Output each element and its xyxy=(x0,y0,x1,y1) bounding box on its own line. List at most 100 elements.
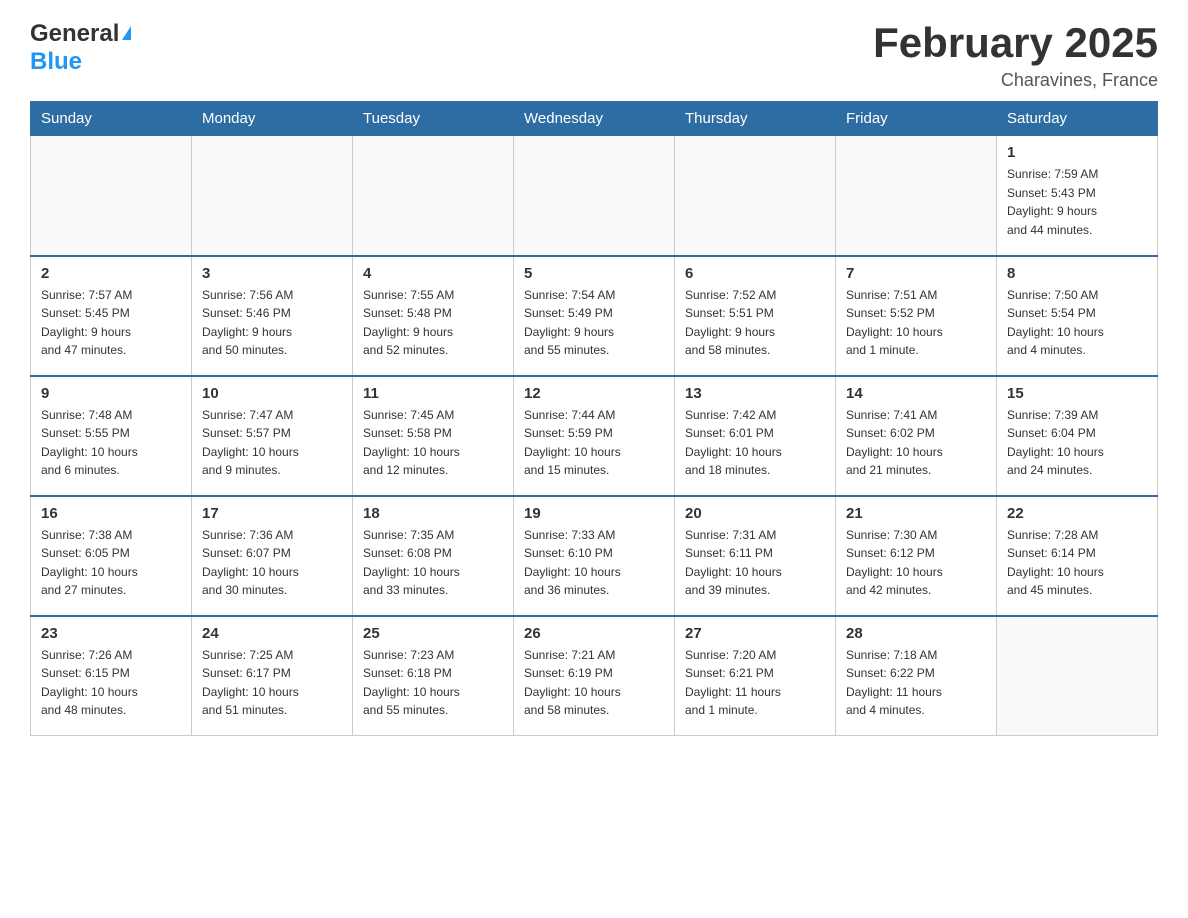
weekday-header-wednesday: Wednesday xyxy=(514,102,675,136)
title-area: February 2025 Charavines, France xyxy=(873,20,1158,91)
day-info: Sunrise: 7:33 AMSunset: 6:10 PMDaylight:… xyxy=(524,526,664,600)
weekday-header-monday: Monday xyxy=(192,102,353,136)
day-info: Sunrise: 7:55 AMSunset: 5:48 PMDaylight:… xyxy=(363,286,503,360)
day-number: 20 xyxy=(685,505,825,522)
day-info: Sunrise: 7:21 AMSunset: 6:19 PMDaylight:… xyxy=(524,646,664,720)
calendar-header-row: SundayMondayTuesdayWednesdayThursdayFrid… xyxy=(31,102,1158,136)
day-info: Sunrise: 7:39 AMSunset: 6:04 PMDaylight:… xyxy=(1007,406,1147,480)
calendar-cell: 4 Sunrise: 7:55 AMSunset: 5:48 PMDaylight… xyxy=(353,256,514,376)
day-info: Sunrise: 7:56 AMSunset: 5:46 PMDaylight:… xyxy=(202,286,342,360)
day-info: Sunrise: 7:38 AMSunset: 6:05 PMDaylight:… xyxy=(41,526,181,600)
day-number: 5 xyxy=(524,265,664,282)
day-info: Sunrise: 7:41 AMSunset: 6:02 PMDaylight:… xyxy=(846,406,986,480)
day-number: 6 xyxy=(685,265,825,282)
day-info: Sunrise: 7:51 AMSunset: 5:52 PMDaylight:… xyxy=(846,286,986,360)
logo-general-text: General xyxy=(30,20,119,48)
calendar-cell: 25Sunrise: 7:23 AMSunset: 6:18 PMDayligh… xyxy=(353,616,514,736)
day-number: 16 xyxy=(41,505,181,522)
day-info: Sunrise: 7:28 AMSunset: 6:14 PMDaylight:… xyxy=(1007,526,1147,600)
calendar-cell xyxy=(514,136,675,256)
calendar-cell: 22 Sunrise: 7:28 AMSunset: 6:14 PMDayligh… xyxy=(997,496,1158,616)
calendar-cell: 2 Sunrise: 7:57 AMSunset: 5:45 PMDaylight… xyxy=(31,256,192,376)
calendar-cell: 21 Sunrise: 7:30 AMSunset: 6:12 PMDayligh… xyxy=(836,496,997,616)
weekday-header-friday: Friday xyxy=(836,102,997,136)
calendar-cell: 8 Sunrise: 7:50 AMSunset: 5:54 PMDaylight… xyxy=(997,256,1158,376)
day-number: 23 xyxy=(41,625,181,642)
day-info: Sunrise: 7:52 AMSunset: 5:51 PMDaylight:… xyxy=(685,286,825,360)
calendar-cell: 28 Sunrise: 7:18 AMSunset: 6:22 PMDayligh… xyxy=(836,616,997,736)
day-number: 21 xyxy=(846,505,986,522)
calendar-cell: 26 Sunrise: 7:21 AMSunset: 6:19 PMDayligh… xyxy=(514,616,675,736)
calendar-cell xyxy=(192,136,353,256)
calendar-cell: 11 Sunrise: 7:45 AMSunset: 5:58 PMDayligh… xyxy=(353,376,514,496)
day-number: 26 xyxy=(524,625,664,642)
day-number: 28 xyxy=(846,625,986,642)
day-number: 3 xyxy=(202,265,342,282)
calendar-week-row: 2 Sunrise: 7:57 AMSunset: 5:45 PMDaylight… xyxy=(31,256,1158,376)
day-number: 2 xyxy=(41,265,181,282)
calendar-cell xyxy=(31,136,192,256)
calendar-cell xyxy=(353,136,514,256)
calendar-cell: 13Sunrise: 7:42 AMSunset: 6:01 PMDayligh… xyxy=(675,376,836,496)
day-info: Sunrise: 7:42 AMSunset: 6:01 PMDaylight:… xyxy=(685,406,825,480)
day-info: Sunrise: 7:20 AMSunset: 6:21 PMDaylight:… xyxy=(685,646,825,720)
day-info: Sunrise: 7:47 AMSunset: 5:57 PMDaylight:… xyxy=(202,406,342,480)
weekday-header-sunday: Sunday xyxy=(31,102,192,136)
weekday-header-thursday: Thursday xyxy=(675,102,836,136)
calendar-week-row: 23Sunrise: 7:26 AMSunset: 6:15 PMDayligh… xyxy=(31,616,1158,736)
day-info: Sunrise: 7:25 AMSunset: 6:17 PMDaylight:… xyxy=(202,646,342,720)
calendar-cell xyxy=(836,136,997,256)
location-subtitle: Charavines, France xyxy=(873,70,1158,91)
day-number: 19 xyxy=(524,505,664,522)
logo-triangle-icon xyxy=(122,26,131,40)
day-info: Sunrise: 7:57 AMSunset: 5:45 PMDaylight:… xyxy=(41,286,181,360)
day-info: Sunrise: 7:18 AMSunset: 6:22 PMDaylight:… xyxy=(846,646,986,720)
day-number: 11 xyxy=(363,385,503,402)
day-info: Sunrise: 7:44 AMSunset: 5:59 PMDaylight:… xyxy=(524,406,664,480)
calendar-cell: 17Sunrise: 7:36 AMSunset: 6:07 PMDayligh… xyxy=(192,496,353,616)
calendar-cell: 7 Sunrise: 7:51 AMSunset: 5:52 PMDaylight… xyxy=(836,256,997,376)
day-info: Sunrise: 7:30 AMSunset: 6:12 PMDaylight:… xyxy=(846,526,986,600)
calendar-cell: 16 Sunrise: 7:38 AMSunset: 6:05 PMDayligh… xyxy=(31,496,192,616)
weekday-header-tuesday: Tuesday xyxy=(353,102,514,136)
day-info: Sunrise: 7:23 AMSunset: 6:18 PMDaylight:… xyxy=(363,646,503,720)
day-number: 7 xyxy=(846,265,986,282)
day-number: 10 xyxy=(202,385,342,402)
calendar-week-row: 1 Sunrise: 7:59 AMSunset: 5:43 PMDaylight… xyxy=(31,136,1158,256)
day-info: Sunrise: 7:50 AMSunset: 5:54 PMDaylight:… xyxy=(1007,286,1147,360)
calendar-cell: 24 Sunrise: 7:25 AMSunset: 6:17 PMDayligh… xyxy=(192,616,353,736)
calendar-cell: 15 Sunrise: 7:39 AMSunset: 6:04 PMDayligh… xyxy=(997,376,1158,496)
day-info: Sunrise: 7:54 AMSunset: 5:49 PMDaylight:… xyxy=(524,286,664,360)
calendar-table: SundayMondayTuesdayWednesdayThursdayFrid… xyxy=(30,101,1158,736)
calendar-cell: 18 Sunrise: 7:35 AMSunset: 6:08 PMDayligh… xyxy=(353,496,514,616)
day-info: Sunrise: 7:35 AMSunset: 6:08 PMDaylight:… xyxy=(363,526,503,600)
day-number: 18 xyxy=(363,505,503,522)
day-number: 1 xyxy=(1007,144,1147,161)
day-info: Sunrise: 7:36 AMSunset: 6:07 PMDaylight:… xyxy=(202,526,342,600)
day-info: Sunrise: 7:48 AMSunset: 5:55 PMDaylight:… xyxy=(41,406,181,480)
calendar-cell: 3 Sunrise: 7:56 AMSunset: 5:46 PMDaylight… xyxy=(192,256,353,376)
day-info: Sunrise: 7:45 AMSunset: 5:58 PMDaylight:… xyxy=(363,406,503,480)
day-number: 8 xyxy=(1007,265,1147,282)
calendar-cell: 1 Sunrise: 7:59 AMSunset: 5:43 PMDaylight… xyxy=(997,136,1158,256)
logo: General Blue xyxy=(30,20,131,76)
calendar-cell xyxy=(675,136,836,256)
day-number: 24 xyxy=(202,625,342,642)
calendar-cell: 10 Sunrise: 7:47 AMSunset: 5:57 PMDayligh… xyxy=(192,376,353,496)
calendar-week-row: 9 Sunrise: 7:48 AMSunset: 5:55 PMDaylight… xyxy=(31,376,1158,496)
day-info: Sunrise: 7:59 AMSunset: 5:43 PMDaylight:… xyxy=(1007,165,1147,239)
day-number: 4 xyxy=(363,265,503,282)
calendar-cell: 6 Sunrise: 7:52 AMSunset: 5:51 PMDaylight… xyxy=(675,256,836,376)
calendar-cell: 27 Sunrise: 7:20 AMSunset: 6:21 PMDayligh… xyxy=(675,616,836,736)
calendar-cell: 20Sunrise: 7:31 AMSunset: 6:11 PMDayligh… xyxy=(675,496,836,616)
day-number: 22 xyxy=(1007,505,1147,522)
day-number: 12 xyxy=(524,385,664,402)
day-number: 9 xyxy=(41,385,181,402)
day-number: 14 xyxy=(846,385,986,402)
day-number: 27 xyxy=(685,625,825,642)
day-number: 15 xyxy=(1007,385,1147,402)
calendar-week-row: 16 Sunrise: 7:38 AMSunset: 6:05 PMDayligh… xyxy=(31,496,1158,616)
page-header: General Blue February 2025 Charavines, F… xyxy=(30,20,1158,91)
calendar-cell: 5 Sunrise: 7:54 AMSunset: 5:49 PMDaylight… xyxy=(514,256,675,376)
logo-blue-text: Blue xyxy=(30,48,82,76)
